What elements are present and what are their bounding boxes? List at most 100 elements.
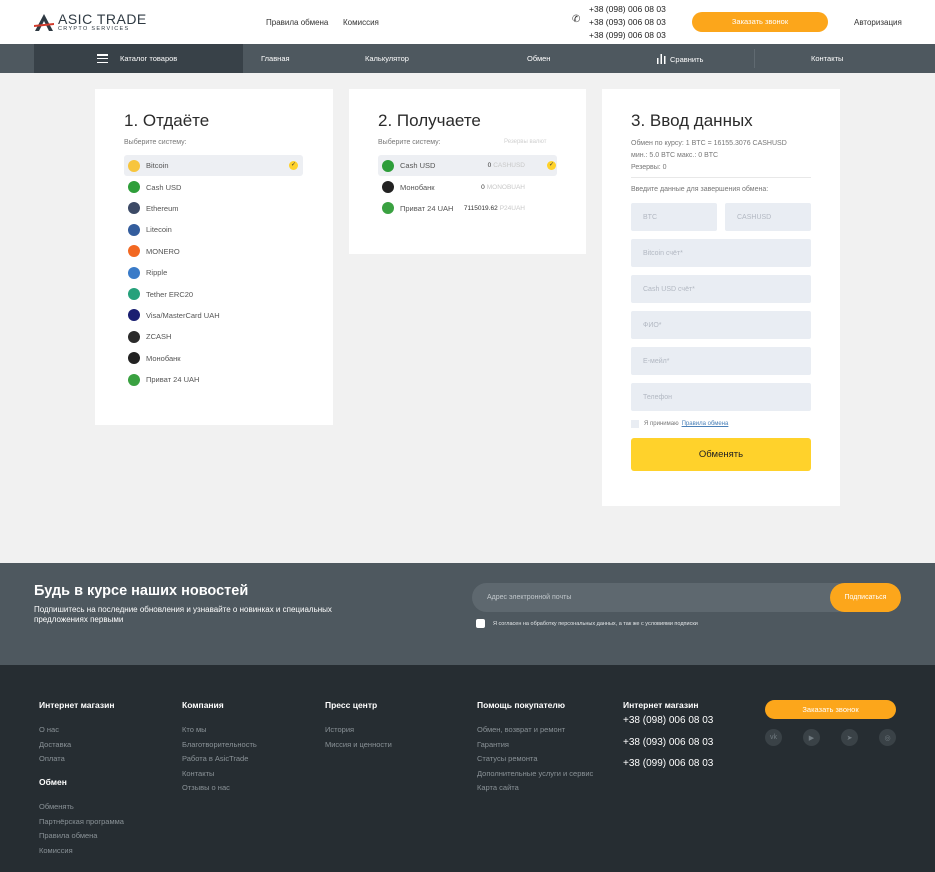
system-option[interactable]: Приват 24 UAH 7115019.62 P24UAH bbox=[378, 198, 557, 219]
footer-phones: +38 (098) 006 08 03 +38 (093) 006 08 03 … bbox=[623, 710, 713, 775]
vk-icon[interactable]: vk bbox=[765, 729, 782, 746]
footer-link-commission[interactable]: Комиссия bbox=[39, 844, 124, 859]
phone-number[interactable]: +38 (098) 006 08 03 bbox=[589, 3, 666, 16]
phone-number[interactable]: +38 (099) 006 08 03 bbox=[589, 29, 666, 42]
accept-rules-checkbox[interactable] bbox=[631, 420, 639, 428]
newsletter-section: Будь в курсе наших новостей Подпишитесь … bbox=[0, 563, 935, 665]
phone-number[interactable]: +38 (098) 006 08 03 bbox=[623, 710, 713, 732]
system-option[interactable]: Litecoin bbox=[124, 219, 303, 240]
footer-link-exchange[interactable]: Обменять bbox=[39, 800, 124, 815]
footer-order-call-button[interactable]: Заказать звонок bbox=[765, 700, 896, 719]
nav-exchange[interactable]: Обмен bbox=[527, 54, 550, 63]
data-entry-card: 3. Ввод данных Обмен по курсу: 1 BTC = 1… bbox=[602, 89, 840, 506]
system-option[interactable]: MONERO bbox=[124, 241, 303, 262]
system-option[interactable]: Bitcoin ✓ bbox=[124, 155, 303, 177]
nav-calculator[interactable]: Калькулятор bbox=[365, 54, 409, 63]
consent-row: Я согласен на обработку персональных дан… bbox=[476, 619, 698, 628]
footer-link-mission[interactable]: Миссия и ценности bbox=[325, 738, 392, 753]
footer-heading: Интернет магазин bbox=[39, 700, 115, 710]
bitcoin-account-input[interactable]: Bitcoin счёт* bbox=[631, 239, 811, 267]
nav-home[interactable]: Главная bbox=[261, 54, 290, 63]
selected-check-icon: ✓ bbox=[547, 161, 556, 170]
amount-to-input[interactable]: CASHUSD bbox=[725, 203, 811, 231]
footer-link-who-we-are[interactable]: Кто мы bbox=[182, 723, 257, 738]
reserves-line: Резервы: 0 bbox=[631, 164, 667, 171]
newsletter-email-input[interactable]: Адрес электронной почты bbox=[472, 583, 852, 612]
accept-rules-row: Я принимаю Правила обмена bbox=[631, 420, 728, 428]
footer-link-delivery[interactable]: Доставка bbox=[39, 738, 114, 753]
footer-heading: Обмен bbox=[39, 777, 67, 787]
phone-number[interactable]: +38 (093) 006 08 03 bbox=[623, 732, 713, 754]
system-option[interactable]: Cash USD bbox=[124, 176, 303, 197]
footer-link-history[interactable]: История bbox=[325, 723, 392, 738]
full-name-input[interactable]: ФИО* bbox=[631, 311, 811, 339]
system-label: Bitcoin bbox=[146, 161, 169, 171]
exchange-rules-link[interactable]: Правила обмена bbox=[682, 421, 729, 427]
link-commission[interactable]: Комиссия bbox=[343, 18, 379, 27]
top-header: ASIC TRADE CRYPTO SERVICES Правила обмен… bbox=[0, 0, 935, 44]
nav-divider bbox=[754, 49, 755, 68]
footer-col-company: Компания Кто мы Благотворительность Рабо… bbox=[182, 700, 257, 796]
system-label: Tether ERC20 bbox=[146, 289, 194, 299]
receive-system-list: Cash USD 0 CASHUSD ✓ Монобанк 0 MONOBUAH Приват… bbox=[378, 155, 557, 219]
telegram-icon[interactable]: ➤ bbox=[841, 729, 858, 746]
system-option[interactable]: Приват 24 UAH bbox=[124, 369, 303, 390]
footer-link-warranty[interactable]: Гарантия bbox=[477, 738, 593, 753]
footer-link-returns[interactable]: Обмен, возврат и ремонт bbox=[477, 723, 593, 738]
footer-link-repair-status[interactable]: Статусы ремонта bbox=[477, 752, 593, 767]
footer-contact-title: Интернет магазин bbox=[623, 700, 699, 710]
footer-link-payment[interactable]: Оплата bbox=[39, 752, 114, 767]
footer-link-partner[interactable]: Партнёрская программа bbox=[39, 815, 124, 830]
system-option[interactable]: Монобанк 0 MONOBUAH bbox=[378, 176, 557, 197]
nav-contacts[interactable]: Контакты bbox=[811, 54, 843, 63]
nav-compare-label: Сравнить bbox=[670, 55, 704, 64]
give-title: 1. Отдаёте bbox=[124, 111, 210, 130]
consent-label: Я согласен на обработку персональных дан… bbox=[493, 620, 698, 627]
order-call-button[interactable]: Заказать звонок bbox=[692, 12, 828, 32]
phone-number[interactable]: +38 (093) 006 08 03 bbox=[589, 16, 666, 29]
phone-input[interactable]: Телефон bbox=[631, 383, 811, 411]
nav-compare[interactable]: Сравнить bbox=[657, 52, 703, 64]
footer-link-charity[interactable]: Благотворительность bbox=[182, 738, 257, 753]
footer-link-careers[interactable]: Работа в AsicTrade bbox=[182, 752, 257, 767]
system-option[interactable]: ZCASH bbox=[124, 326, 303, 347]
give-hint: Выберите систему: bbox=[124, 139, 187, 146]
cash-usd-account-input[interactable]: Cash USD счёт* bbox=[631, 275, 811, 303]
footer-link-about[interactable]: О нас bbox=[39, 723, 114, 738]
system-option[interactable]: Cash USD 0 CASHUSD ✓ bbox=[378, 155, 557, 177]
divider bbox=[631, 177, 811, 178]
footer-link-reviews[interactable]: Отзывы о нас bbox=[182, 781, 257, 796]
footer-link-services[interactable]: Дополнительные услуги и сервис bbox=[477, 767, 593, 782]
catalog-button[interactable]: Каталог товаров bbox=[34, 44, 243, 73]
phone-number[interactable]: +38 (099) 006 08 03 bbox=[623, 753, 713, 775]
login-link[interactable]: Авторизация bbox=[854, 18, 902, 27]
subscribe-button[interactable]: Подписаться bbox=[830, 583, 901, 612]
link-exchange-rules[interactable]: Правила обмена bbox=[266, 18, 328, 27]
reserve-amount: 0 MONOBUAH bbox=[481, 184, 525, 191]
exchange-button[interactable]: Обменять bbox=[631, 438, 811, 471]
consent-checkbox[interactable] bbox=[476, 619, 485, 628]
footer-link-sitemap[interactable]: Карта сайта bbox=[477, 781, 593, 796]
system-label: ZCASH bbox=[146, 332, 172, 342]
system-option[interactable]: Visa/MasterCard UAH bbox=[124, 305, 303, 326]
system-label: MONERO bbox=[146, 246, 180, 256]
system-label: Ripple bbox=[146, 268, 168, 278]
tether-icon bbox=[128, 288, 140, 301]
system-option[interactable]: Tether ERC20 bbox=[124, 283, 303, 304]
selected-check-icon: ✓ bbox=[289, 161, 298, 170]
footer-link-rules[interactable]: Правила обмена bbox=[39, 829, 124, 844]
logo[interactable]: ASIC TRADE CRYPTO SERVICES bbox=[34, 11, 147, 33]
instagram-icon[interactable]: ◎ bbox=[879, 729, 896, 746]
system-option[interactable]: Монобанк bbox=[124, 348, 303, 369]
system-option[interactable]: Ripple bbox=[124, 262, 303, 283]
receive-title: 2. Получаете bbox=[378, 111, 481, 130]
system-option[interactable]: Ethereum bbox=[124, 198, 303, 219]
monobank-icon bbox=[128, 352, 140, 365]
amount-from-input[interactable]: BTC bbox=[631, 203, 717, 231]
compare-icon bbox=[657, 54, 666, 64]
zcash-icon bbox=[128, 330, 140, 343]
footer-col-help: Помощь покупателю Обмен, возврат и ремон… bbox=[477, 700, 593, 796]
youtube-icon[interactable]: ▶ bbox=[803, 729, 820, 746]
email-input[interactable]: E-мейл* bbox=[631, 347, 811, 375]
footer-link-contacts[interactable]: Контакты bbox=[182, 767, 257, 782]
